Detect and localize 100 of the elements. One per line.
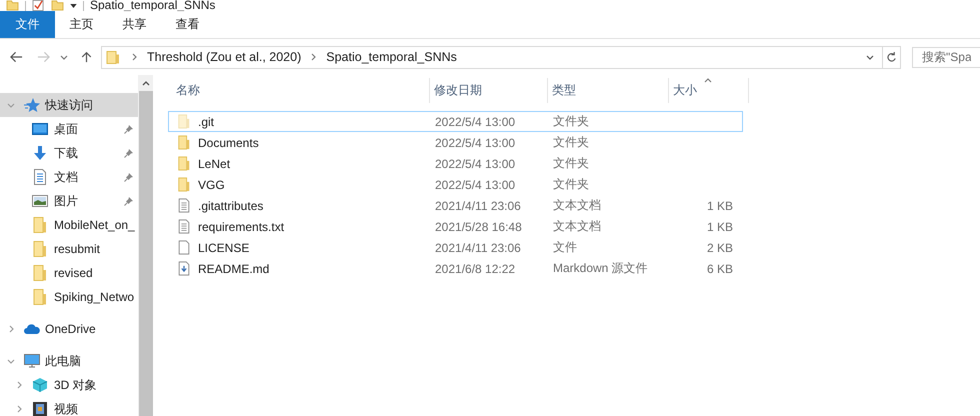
file-size: 1 KB [706, 220, 733, 234]
navigation-item[interactable]: 桌面 [0, 117, 138, 141]
file-row[interactable]: Documents 2022/5/4 13:00 文件夹 [168, 132, 743, 153]
navigation-item[interactable]: 视频 [0, 397, 138, 416]
ribbon-tab[interactable]: 文件 [0, 11, 55, 38]
navigation-item[interactable]: 图片 [0, 189, 138, 213]
file-type: 文件夹 [553, 155, 589, 172]
computer-icon [24, 353, 40, 369]
scrollbar[interactable] [138, 75, 153, 416]
navigation-label: 文档 [54, 168, 78, 186]
chevron-right-icon[interactable] [132, 53, 137, 61]
navigation-label: 图片 [54, 192, 78, 210]
navigation-item[interactable]: resubmit [0, 237, 138, 261]
modified-date: 2021/5/28 16:48 [435, 220, 522, 234]
modified-date: 2021/6/8 12:22 [435, 262, 516, 276]
breadcrumb[interactable]: Spatio_temporal_SNNs [326, 50, 457, 64]
file-type: 文件 [553, 239, 577, 256]
navigation-label: 桌面 [54, 120, 78, 138]
chevron-down-icon[interactable] [866, 54, 874, 60]
navigation-item[interactable]: revised [0, 261, 138, 285]
modified-date: 2022/5/4 13:00 [435, 156, 516, 170]
folder-icon [32, 217, 48, 233]
modified-date: 2021/4/11 23:06 [435, 198, 521, 212]
scroll-up-icon[interactable] [142, 81, 150, 86]
file-name: requirements.txt [198, 220, 284, 234]
file-name: README.md [198, 262, 270, 276]
navigation-label: revised [54, 266, 93, 280]
navigation-label: OneDrive [45, 322, 96, 336]
column-header[interactable]: 名称 [176, 82, 200, 99]
file-name: VGG [198, 178, 225, 192]
back-icon[interactable] [10, 51, 23, 63]
chevron-right-icon[interactable] [311, 53, 316, 61]
image-icon [32, 193, 48, 209]
file-row[interactable]: LICENSE 2021/4/11 23:06 文件 2 KB [168, 237, 743, 258]
navigation-item[interactable]: OneDrive [0, 317, 138, 341]
file-row[interactable]: .gitattributes 2021/4/11 23:06 文本文档 1 KB [168, 195, 743, 216]
navigation-label: 下载 [54, 144, 78, 162]
file-type: 文本文档 [553, 197, 601, 214]
column-header[interactable]: 修改日期 [434, 82, 482, 99]
navigation-item[interactable]: 此电脑 [0, 349, 138, 373]
folder-icon [106, 50, 120, 64]
file-type: 文本文档 [553, 218, 601, 235]
modified-date: 2021/4/11 23:06 [435, 240, 521, 254]
navigation-label: 此电脑 [45, 352, 81, 370]
file-type: 文件夹 [553, 113, 589, 130]
pin-icon[interactable] [124, 148, 134, 158]
breadcrumb[interactable]: Threshold (Zou et al., 2020) [147, 50, 302, 64]
navigation-item[interactable]: 文档 [0, 165, 138, 189]
chevron-right-icon[interactable] [8, 325, 14, 333]
file-row[interactable]: .git 2022/5/4 13:00 文件夹 [168, 111, 743, 132]
sort-caret-icon [704, 78, 712, 83]
chevron-down-icon[interactable] [60, 54, 68, 60]
modified-date: 2022/5/4 13:00 [435, 178, 516, 192]
chevron-right-icon[interactable] [16, 381, 22, 389]
film-icon [32, 401, 48, 416]
modified-date: 2022/5/4 13:00 [435, 114, 516, 128]
navigation-item[interactable]: MobileNet_on_ [0, 213, 138, 237]
folder-icon [32, 241, 48, 257]
navigation-item[interactable]: 下载 [0, 141, 138, 165]
file-name: LeNet [198, 156, 230, 170]
file-row[interactable]: README.md 2021/6/8 12:22 Markdown 源文件 6 KB [168, 258, 743, 279]
file-row[interactable]: VGG 2022/5/4 13:00 文件夹 [168, 174, 743, 195]
document-icon [32, 169, 48, 185]
navigation-item[interactable]: Spiking_Netwo [0, 285, 138, 309]
file-name: Documents [198, 136, 259, 150]
file-name: .gitattributes [198, 198, 264, 212]
refresh-icon[interactable] [886, 52, 897, 62]
navigation-label: resubmit [54, 242, 100, 256]
navigation-label: 3D 对象 [54, 376, 97, 394]
folder-icon[interactable] [51, 0, 64, 11]
navigation-label: MobileNet_on_ [54, 218, 135, 232]
modified-date: 2022/5/4 13:00 [435, 136, 516, 150]
file-type: 文件夹 [553, 176, 589, 193]
navigation-label: 快速访问 [45, 96, 93, 114]
navigation-label: 视频 [54, 400, 78, 416]
chevron-right-icon[interactable] [16, 405, 22, 413]
pin-icon[interactable] [124, 196, 134, 206]
file-name: LICENSE [198, 240, 250, 254]
cube-icon [32, 377, 48, 393]
file-row[interactable]: requirements.txt 2021/5/28 16:48 文本文档 1 KB [168, 216, 743, 237]
monitor-icon [32, 121, 48, 137]
pin-icon[interactable] [124, 124, 134, 134]
column-header[interactable]: 大小 [673, 82, 697, 99]
file-type: Markdown 源文件 [553, 260, 648, 277]
address-bar[interactable]: Threshold (Zou et al., 2020) Spatio_temporal_SNNs [101, 46, 901, 68]
column-header[interactable]: 类型 [552, 82, 576, 99]
file-row[interactable]: LeNet 2022/5/4 13:00 文件夹 [168, 153, 743, 174]
navigation-item[interactable]: 快速访问 [0, 93, 138, 117]
file-type: 文件夹 [553, 134, 589, 151]
file-size: 2 KB [706, 240, 733, 254]
dropdown-icon[interactable] [70, 4, 77, 8]
download-icon [32, 145, 48, 161]
file-name: .git [198, 114, 214, 128]
navigation-item[interactable]: 3D 对象 [0, 373, 138, 397]
folder-icon [32, 289, 48, 305]
pin-icon[interactable] [124, 172, 134, 182]
navigation-label: Spiking_Netwo [54, 290, 134, 304]
checkmark-icon[interactable] [32, 0, 45, 11]
file-size: 6 KB [706, 262, 733, 276]
up-arrow-icon[interactable] [80, 51, 93, 63]
